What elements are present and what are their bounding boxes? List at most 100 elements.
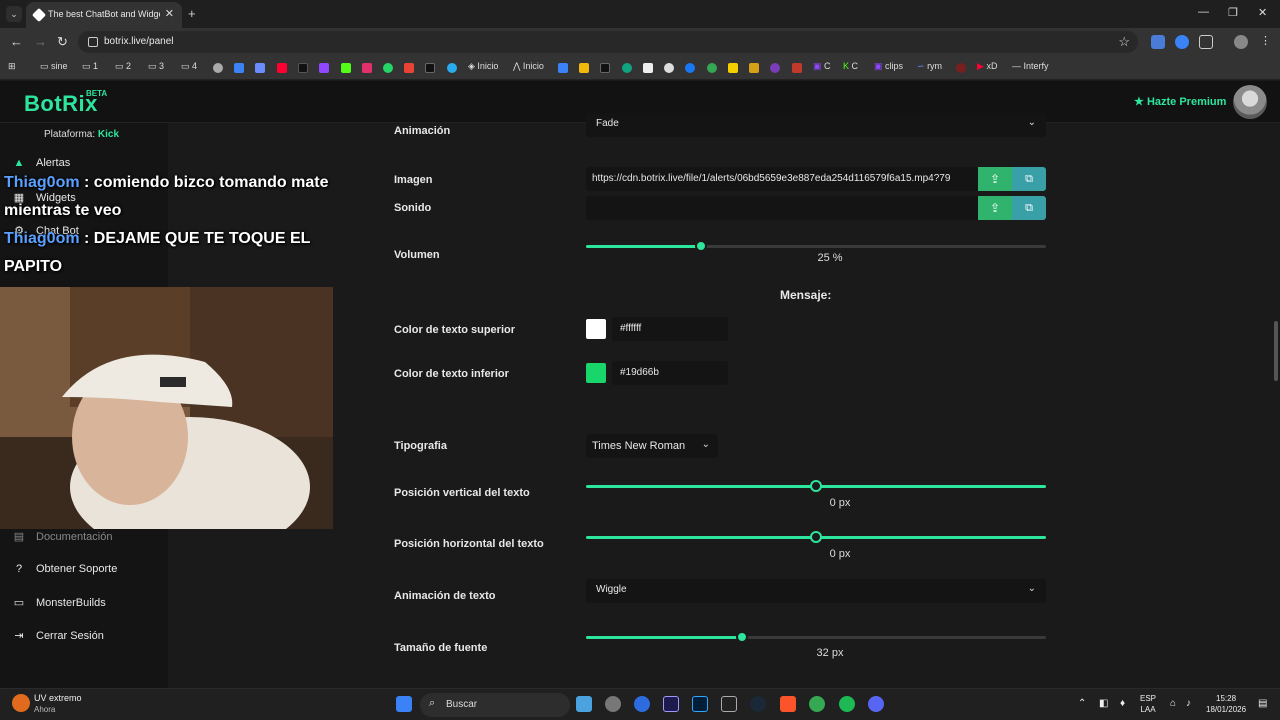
microphone-icon[interactable]: ♦ <box>1120 698 1125 709</box>
bookmark-inicio-1[interactable]: ◈ Inicio <box>468 61 498 72</box>
bookmark-kick-c[interactable]: K C <box>843 61 858 71</box>
bookmark-favicon[interactable] <box>600 63 610 73</box>
weather-icon[interactable] <box>12 694 30 712</box>
sidebar-item-soporte[interactable]: ? Obtener Soporte <box>12 563 117 575</box>
kick-bookmark-icon[interactable] <box>341 63 351 73</box>
new-tab-button[interactable]: + <box>188 6 196 21</box>
bookmark-twitch-c[interactable]: ▣ C <box>813 61 831 72</box>
apps-grid-icon[interactable]: ⊞ <box>8 61 16 72</box>
notifications-icon[interactable]: ▤ <box>1258 698 1267 709</box>
sidebar-item-monsterbuilds[interactable]: ▭ MonsterBuilds <box>12 596 106 609</box>
sidebar-item-documentacion[interactable]: ▤ Documentación <box>12 530 113 543</box>
whatsapp-bookmark-icon[interactable] <box>383 63 393 73</box>
tray-chevron-icon[interactable]: ⌃ <box>1078 698 1086 709</box>
start-windows-icon[interactable] <box>396 696 412 712</box>
weather-title[interactable]: UV extremo <box>34 693 82 703</box>
volume-icon[interactable]: ♪ <box>1186 698 1191 709</box>
bookmark-favicon[interactable] <box>213 63 223 73</box>
photoshop-icon[interactable] <box>692 696 708 712</box>
top-color-field[interactable]: #ffffff <box>612 317 728 341</box>
top-color-swatch[interactable] <box>586 319 606 339</box>
tray-app-icon[interactable]: ◧ <box>1099 698 1108 709</box>
slider-thumb[interactable] <box>810 480 822 492</box>
bookmark-favicon[interactable] <box>664 63 674 73</box>
tab-close-icon[interactable]: ✕ <box>165 7 174 20</box>
bookmark-rym[interactable]: ∽ rym <box>917 61 942 72</box>
sidebar-item-alertas[interactable]: ▲ Alertas <box>12 157 71 169</box>
extensions-puzzle-icon[interactable] <box>1199 35 1213 49</box>
twitch-bookmark-icon[interactable] <box>319 63 329 73</box>
bookmark-folder-2[interactable]: ▭ 2 <box>115 61 131 72</box>
bookmark-folder-3[interactable]: ▭ 3 <box>148 61 164 72</box>
sound-url-field[interactable] <box>586 196 980 220</box>
user-avatar[interactable] <box>1233 85 1267 119</box>
telegram-bookmark-icon[interactable] <box>447 63 457 73</box>
sidebar-item-cerrar-sesion[interactable]: ⇥ Cerrar Sesión <box>12 629 103 642</box>
menu-kebab-icon[interactable]: ⋮ <box>1260 34 1271 47</box>
bookmark-favicon[interactable] <box>749 63 759 73</box>
page-scrollbar[interactable] <box>1272 123 1280 688</box>
bookmark-folder-sine[interactable]: ▭ sine <box>40 61 68 72</box>
gallery-sound-button[interactable]: ⧉ <box>1012 196 1046 220</box>
taskbar-app-icon[interactable] <box>634 696 650 712</box>
minimize-icon[interactable]: — <box>1198 6 1209 18</box>
gallery-image-button[interactable]: ⧉ <box>1012 167 1046 191</box>
extension-icon[interactable] <box>1175 35 1189 49</box>
tab-search-button[interactable]: ⌄ <box>6 6 22 22</box>
premium-button[interactable]: ★ Hazte Premium <box>1134 95 1226 108</box>
bookmark-favicon[interactable] <box>643 63 653 73</box>
font-size-slider[interactable] <box>586 631 1046 643</box>
horizontal-position-slider[interactable] <box>586 531 1046 543</box>
forward-icon[interactable]: → <box>34 34 47 49</box>
taskbar-app-icon[interactable] <box>605 696 621 712</box>
bookmark-favicon[interactable] <box>707 63 717 73</box>
bottom-color-field[interactable]: #19d66b <box>612 361 728 385</box>
bookmark-favicon[interactable] <box>792 63 802 73</box>
bookmark-star-icon[interactable]: ☆ <box>1118 34 1130 50</box>
chrome-icon[interactable] <box>809 696 825 712</box>
bookmark-folder-1[interactable]: ▭ 1 <box>82 61 98 72</box>
language-indicator[interactable]: ESP LAA <box>1140 693 1156 715</box>
discord-icon[interactable] <box>868 696 884 712</box>
back-icon[interactable]: ← <box>10 34 23 49</box>
volume-slider[interactable] <box>586 240 1046 252</box>
restore-icon[interactable]: ❐ <box>1228 6 1238 19</box>
browser-tab[interactable]: The best ChatBot and Widgets ✕ <box>26 2 182 28</box>
clock[interactable]: 15:28 18/01/2026 <box>1206 693 1246 715</box>
omnibox[interactable]: botrix.live/panel ☆ <box>78 31 1138 53</box>
slider-thumb[interactable] <box>695 240 707 252</box>
spotify-icon[interactable] <box>839 696 855 712</box>
youtube-bookmark-icon[interactable] <box>277 63 287 73</box>
chatgpt-bookmark-icon[interactable] <box>622 63 632 73</box>
upload-image-button[interactable]: ⇪ <box>978 167 1012 191</box>
gmail-bookmark-icon[interactable] <box>404 63 414 73</box>
bookmark-clips[interactable]: ▣ clips <box>874 61 903 72</box>
bookmark-favicon[interactable] <box>255 63 265 73</box>
bookmark-favicon[interactable] <box>770 63 780 73</box>
bookmark-folder-4[interactable]: ▭ 4 <box>181 61 197 72</box>
text-animation-select[interactable]: Wiggle ⌄ <box>586 579 1046 603</box>
typography-select[interactable]: Times New Roman ⌄ <box>586 434 718 458</box>
x-bookmark-icon[interactable] <box>425 63 435 73</box>
bookmark-favicon[interactable] <box>728 63 738 73</box>
bookmark-favicon[interactable] <box>558 63 568 73</box>
bookmark-interfy[interactable]: — Interfy <box>1012 61 1049 71</box>
animation-select[interactable]: Fade ⌄ <box>586 113 1046 137</box>
task-view-icon[interactable] <box>576 696 592 712</box>
bookmark-favicon[interactable] <box>234 63 244 73</box>
vertical-position-slider[interactable] <box>586 480 1046 492</box>
instagram-bookmark-icon[interactable] <box>362 63 372 73</box>
premiere-icon[interactable] <box>663 696 679 712</box>
taskbar-search[interactable]: ⌕ Buscar <box>420 693 570 717</box>
profile-avatar-icon[interactable] <box>1234 35 1248 49</box>
upload-sound-button[interactable]: ⇪ <box>978 196 1012 220</box>
binance-bookmark-icon[interactable] <box>579 63 589 73</box>
tiktok-bookmark-icon[interactable] <box>298 63 308 73</box>
reload-icon[interactable]: ↻ <box>57 34 68 50</box>
site-info-icon[interactable] <box>88 37 98 47</box>
slider-thumb[interactable] <box>810 531 822 543</box>
steam-icon[interactable] <box>750 696 766 712</box>
window-close-icon[interactable]: ✕ <box>1258 6 1267 19</box>
bookmark-favicon[interactable] <box>956 63 966 73</box>
facebook-bookmark-icon[interactable] <box>685 63 695 73</box>
